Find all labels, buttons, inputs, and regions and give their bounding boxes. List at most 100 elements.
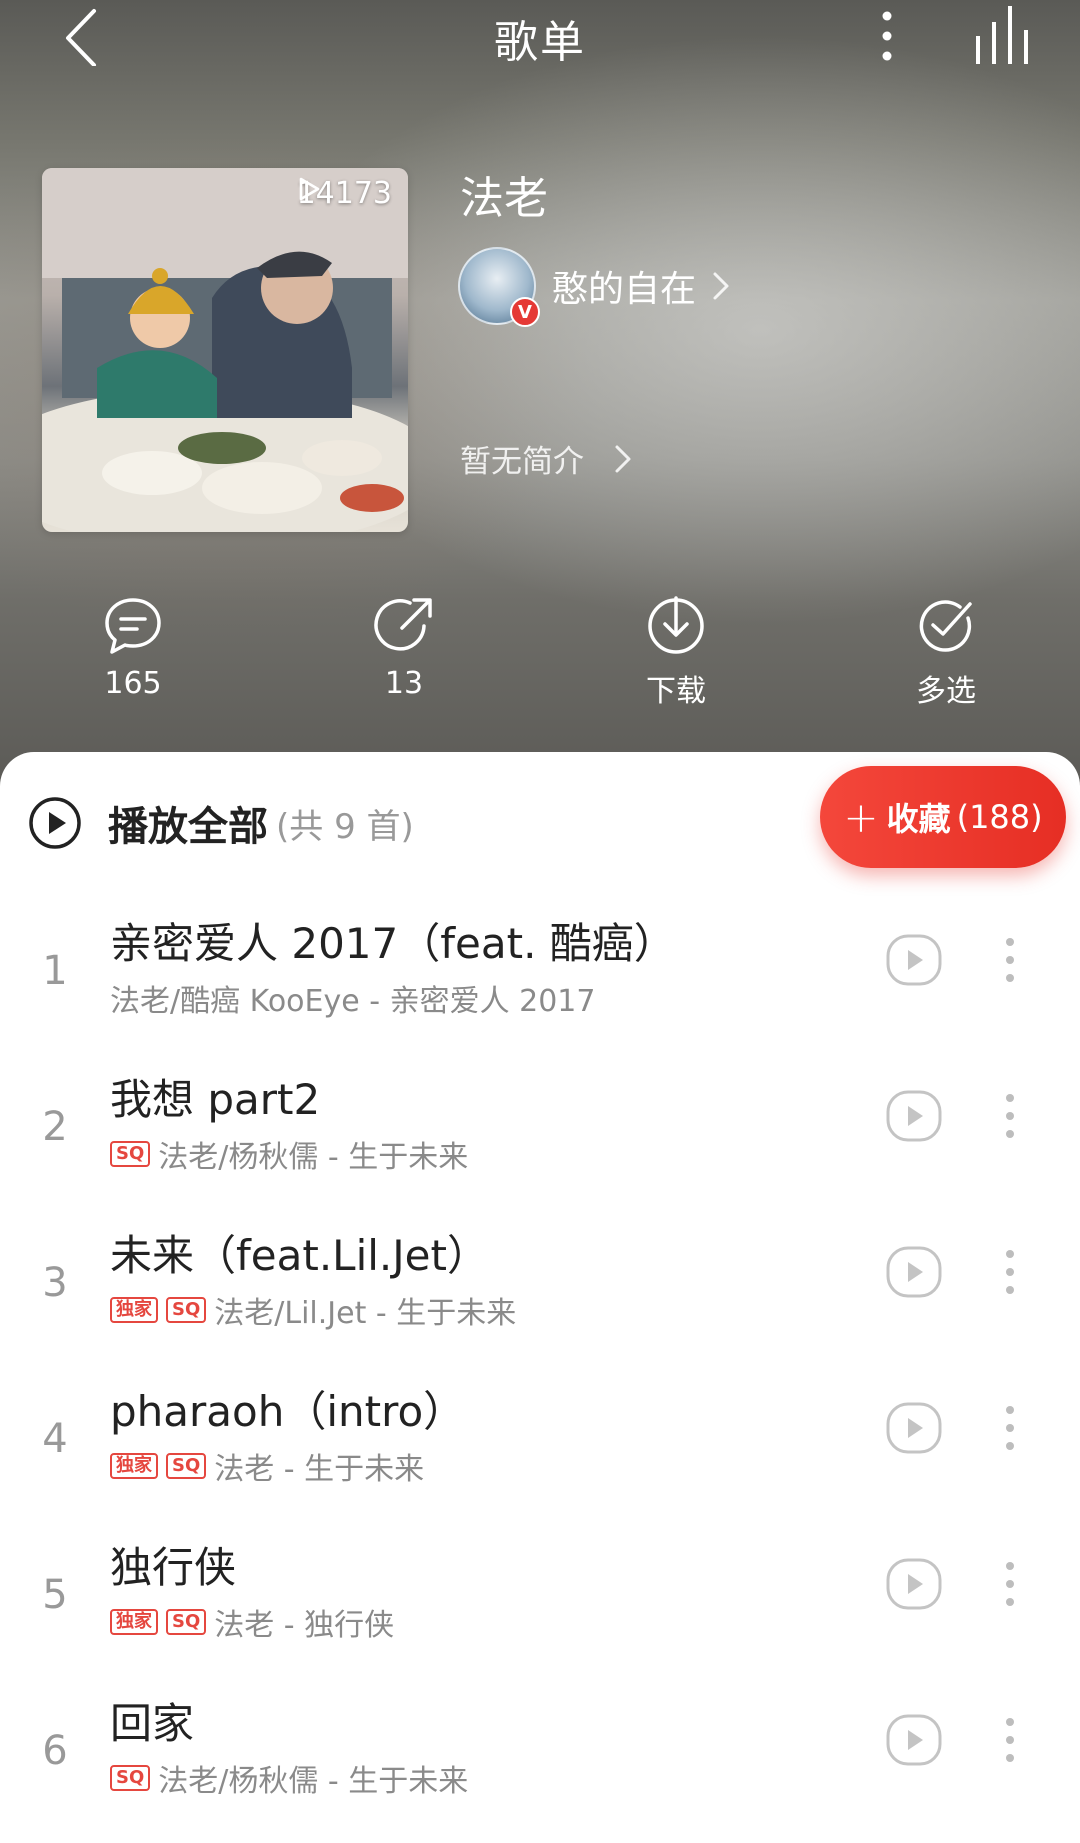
song-row[interactable]: 2 我想 part2 SQ 法老/杨秋儒 - 生于未来 xyxy=(0,1066,1080,1222)
song-more-button[interactable] xyxy=(996,1714,1024,1770)
share-icon xyxy=(374,598,432,651)
video-play-icon xyxy=(886,1246,942,1298)
plus-icon: + xyxy=(843,792,879,842)
song-index: 3 xyxy=(42,1260,68,1306)
song-row[interactable]: 1 亲密爱人 2017（feat. 酷癌） 法老/酷癌 KooEye - 亲密爱… xyxy=(0,910,1080,1066)
more-vertical-icon xyxy=(1006,1562,1014,1606)
song-subtitle: 独家 SQ 法老 - 生于未来 xyxy=(110,1444,424,1488)
song-artist-album: 法老 - 生于未来 xyxy=(214,1452,425,1487)
mv-play-button[interactable] xyxy=(886,1090,942,1146)
song-title: 回家 xyxy=(110,1699,195,1748)
song-more-button[interactable] xyxy=(996,1246,1024,1302)
song-more-button[interactable] xyxy=(996,1402,1024,1458)
song-subtitle: 法老/酷癌 KooEye - 亲密爱人 2017 xyxy=(110,976,595,1020)
sq-badge: SQ xyxy=(110,1765,151,1791)
song-title: 我想 part2 xyxy=(110,1075,321,1124)
creator-avatar: V xyxy=(458,247,540,327)
comment-button[interactable]: 165 xyxy=(53,596,213,701)
play-count: 14173 xyxy=(297,176,392,211)
cover-photo xyxy=(42,168,408,532)
share-count: 13 xyxy=(384,666,424,701)
sq-badge: SQ xyxy=(166,1297,207,1323)
mv-play-button[interactable] xyxy=(886,1402,942,1458)
mv-play-button[interactable] xyxy=(886,1558,942,1614)
more-vertical-icon xyxy=(1006,1718,1014,1762)
song-row[interactable]: 6 回家 SQ 法老/杨秋儒 - 生于未来 xyxy=(0,1690,1080,1843)
song-title: pharaoh（intro） xyxy=(110,1387,466,1436)
equalizer-icon xyxy=(976,6,1028,64)
song-index: 5 xyxy=(42,1572,68,1618)
song-subtitle: 独家 SQ 法老/Lil.Jet - 生于未来 xyxy=(110,1288,516,1332)
more-vertical-icon xyxy=(1006,1406,1014,1450)
creator-link[interactable]: V 憨的自在 xyxy=(458,247,730,327)
chevron-right-icon xyxy=(713,272,729,300)
video-play-icon xyxy=(886,1090,942,1142)
song-count: (共 9 首) xyxy=(276,806,414,847)
more-vertical-icon xyxy=(1006,1250,1014,1294)
comment-count: 165 xyxy=(104,666,162,701)
play-all-button[interactable]: 播放全部 (共 9 首) xyxy=(28,794,414,852)
video-play-icon xyxy=(886,1558,942,1610)
video-play-icon xyxy=(886,1402,942,1454)
more-vertical-icon xyxy=(882,11,892,61)
video-play-icon xyxy=(886,934,942,986)
sq-badge: SQ xyxy=(110,1141,151,1167)
comment-icon xyxy=(105,598,161,654)
favorite-button[interactable]: + 收藏 (188) xyxy=(820,766,1066,868)
song-subtitle: 独家 SQ 法老 - 独行侠 xyxy=(110,1600,394,1644)
more-button[interactable] xyxy=(872,6,902,66)
video-play-icon xyxy=(886,1714,942,1766)
song-index: 4 xyxy=(42,1416,68,1462)
check-circle-icon xyxy=(919,600,972,652)
description-text: 暂无简介 xyxy=(460,444,584,480)
play-circle-icon xyxy=(29,797,81,849)
song-index: 2 xyxy=(42,1104,68,1150)
now-playing-button[interactable] xyxy=(972,6,1042,66)
chevron-right-icon xyxy=(615,445,631,472)
song-row[interactable]: 4 pharaoh（intro） 独家 SQ 法老 - 生于未来 xyxy=(0,1378,1080,1534)
song-artist-album: 法老/杨秋儒 - 生于未来 xyxy=(158,1764,469,1799)
song-artist-album: 法老/杨秋儒 - 生于未来 xyxy=(158,1140,469,1175)
multi-select-label: 多选 xyxy=(916,674,976,709)
mv-play-button[interactable] xyxy=(886,1714,942,1770)
action-bar: 165 13 下载 多选 xyxy=(0,596,1080,716)
favorite-count: (188) xyxy=(956,798,1043,836)
song-more-button[interactable] xyxy=(996,1090,1024,1146)
more-vertical-icon xyxy=(1006,938,1014,982)
song-subtitle: SQ 法老/杨秋儒 - 生于未来 xyxy=(110,1756,468,1800)
playlist-cover[interactable]: 14173 xyxy=(42,168,408,532)
page-title: 歌单 xyxy=(494,17,586,68)
verified-badge: V xyxy=(510,297,540,327)
song-row[interactable]: 5 独行侠 独家 SQ 法老 - 独行侠 xyxy=(0,1534,1080,1690)
exclusive-badge: 独家 xyxy=(110,1297,158,1323)
mv-play-button[interactable] xyxy=(886,1246,942,1302)
song-index: 6 xyxy=(42,1728,68,1774)
song-title: 未来（feat.Lil.Jet） xyxy=(110,1231,489,1280)
download-button[interactable]: 下载 xyxy=(596,596,756,710)
favorite-label: 收藏 xyxy=(886,800,951,838)
more-vertical-icon xyxy=(1006,1094,1014,1138)
multi-select-button[interactable]: 多选 xyxy=(866,596,1026,710)
sq-badge: SQ xyxy=(166,1453,207,1479)
share-button[interactable]: 13 xyxy=(324,596,484,701)
description-link[interactable]: 暂无简介 xyxy=(460,436,632,481)
exclusive-badge: 独家 xyxy=(110,1453,158,1479)
song-row[interactable]: 3 未来（feat.Lil.Jet） 独家 SQ 法老/Lil.Jet - 生于… xyxy=(0,1222,1080,1378)
song-more-button[interactable] xyxy=(996,1558,1024,1614)
creator-name: 憨的自在 xyxy=(552,269,697,310)
play-outline-icon xyxy=(299,177,319,201)
song-index: 1 xyxy=(42,948,68,994)
mv-play-button[interactable] xyxy=(886,934,942,990)
sq-badge: SQ xyxy=(166,1609,207,1635)
download-label: 下载 xyxy=(646,674,706,709)
song-artist-album: 法老 - 独行侠 xyxy=(214,1608,395,1643)
exclusive-badge: 独家 xyxy=(110,1609,158,1635)
download-icon xyxy=(648,596,704,654)
playlist-header: 歌单 14173 法老 V 憨的自在 暂无简介 165 13 下载 多选 xyxy=(0,0,1080,790)
song-title: 独行侠 xyxy=(110,1543,237,1592)
nav-bar: 歌单 xyxy=(0,0,1080,70)
song-artist-album: 法老/酷癌 KooEye - 亲密爱人 2017 xyxy=(110,984,596,1019)
song-title: 亲密爱人 2017（feat. 酷癌） xyxy=(110,919,676,968)
playlist-title: 法老 xyxy=(460,173,548,224)
song-more-button[interactable] xyxy=(996,934,1024,990)
